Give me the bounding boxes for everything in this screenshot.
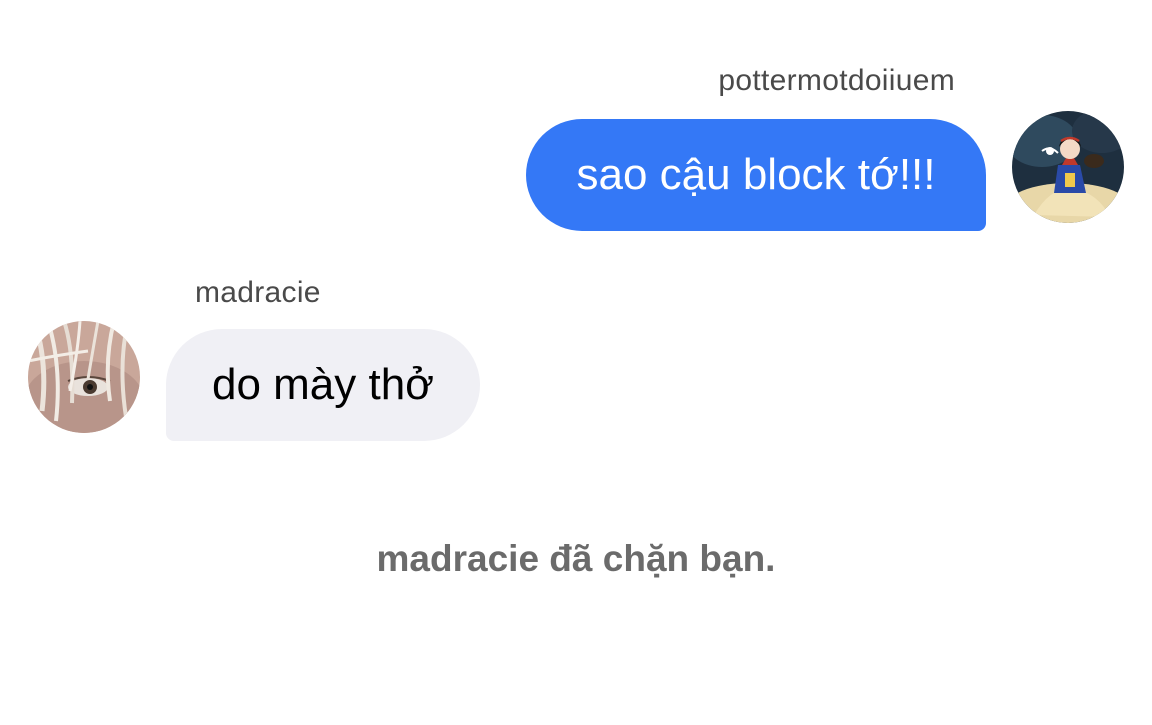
snow-white-illustration-avatar	[1012, 111, 1124, 223]
face-with-hair-photo-avatar	[28, 321, 140, 433]
sender-name-incoming: madracie	[195, 276, 321, 309]
blocked-system-notice: madracie đã chặn bạn.	[376, 538, 776, 579]
avatar-incoming[interactable]	[28, 321, 140, 433]
avatar-outgoing[interactable]	[1012, 111, 1124, 223]
message-text-outgoing: sao cậu block tớ!!!	[576, 150, 936, 199]
sender-name-outgoing: pottermotdoiiuem	[718, 64, 955, 97]
message-bubble-incoming[interactable]: do mày thở	[166, 329, 480, 441]
message-text-incoming: do mày thở	[211, 360, 435, 409]
message-bubble-outgoing[interactable]: sao cậu block tớ!!!	[526, 119, 986, 231]
